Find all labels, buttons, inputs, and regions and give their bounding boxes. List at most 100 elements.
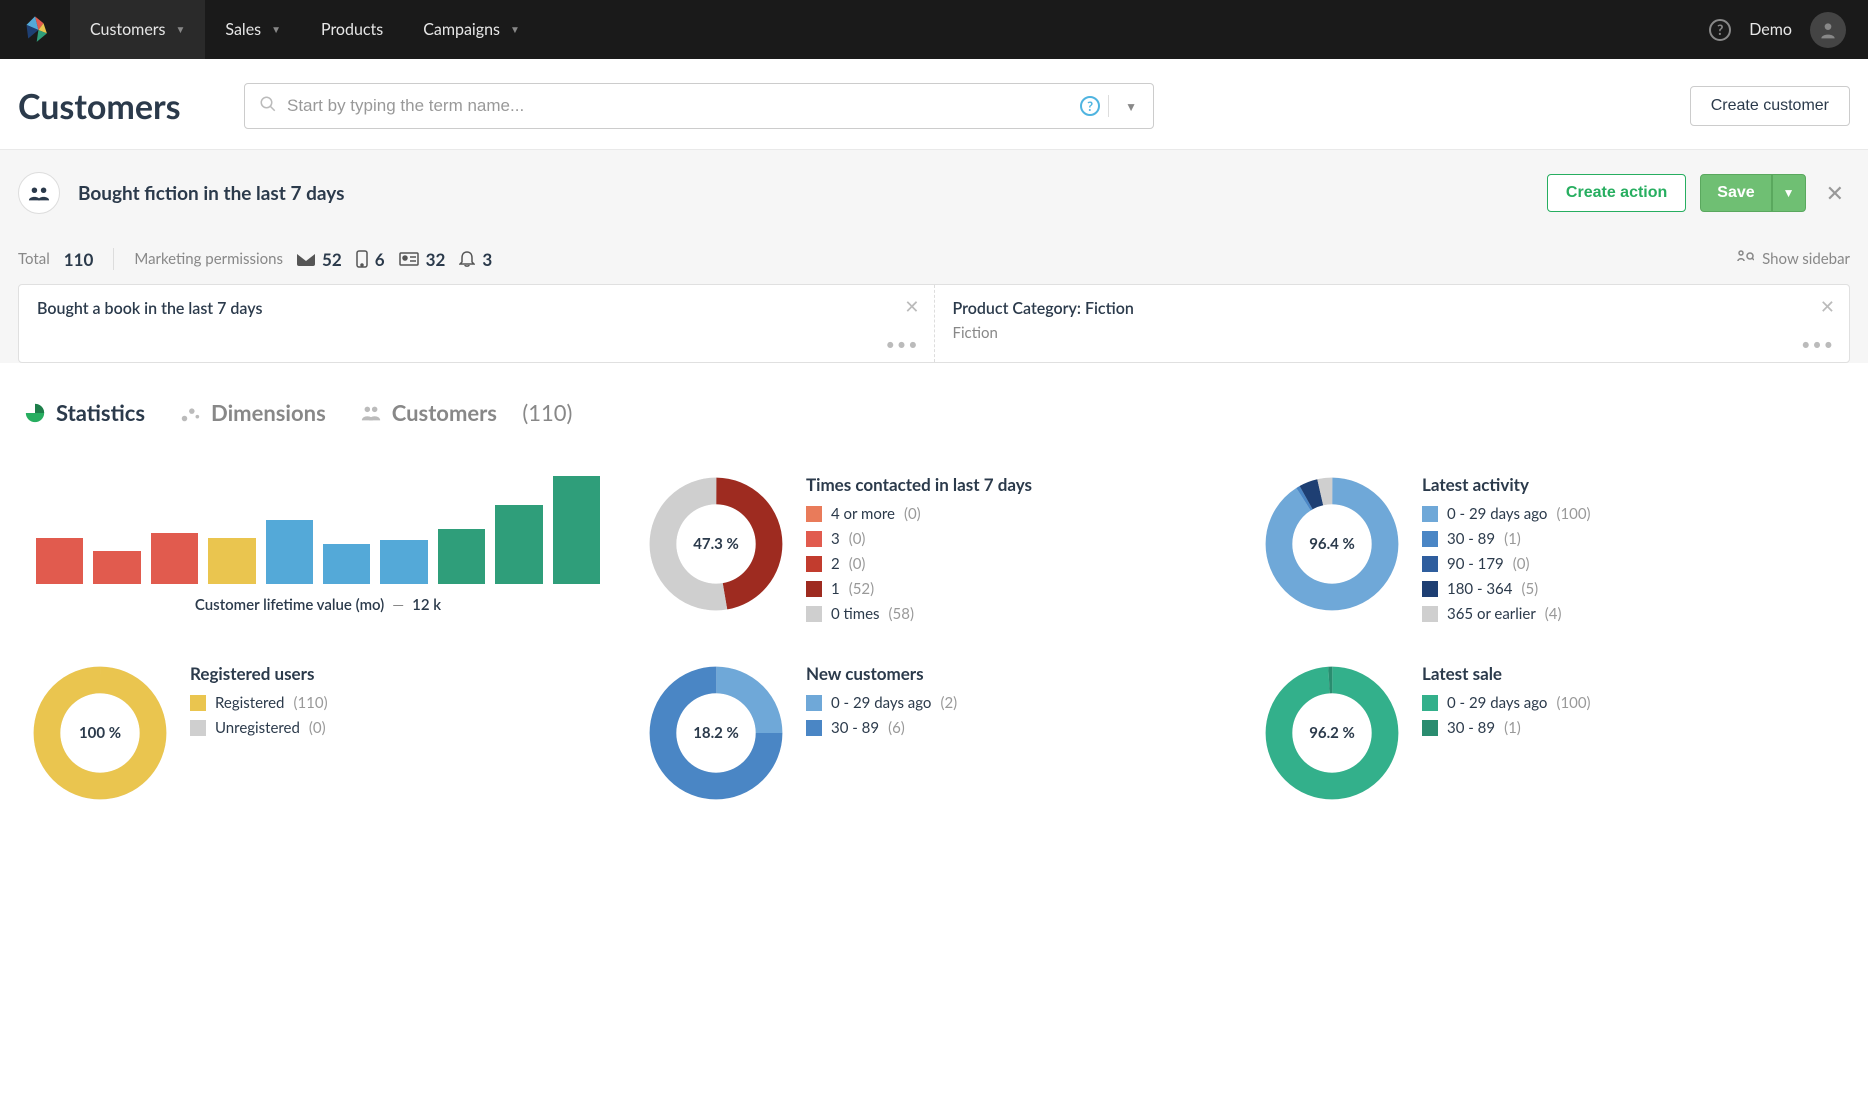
legend-row: 4 or more (0) xyxy=(806,505,1222,523)
bar xyxy=(36,538,83,584)
chart-registered: 100 % Registered users Registered (110)U… xyxy=(30,663,606,803)
user-avatar[interactable] xyxy=(1810,12,1846,48)
create-action-button[interactable]: Create action xyxy=(1547,174,1686,212)
bar xyxy=(93,551,140,584)
marketing-permissions-label: Marketing permissions xyxy=(134,250,283,268)
page-header: Customers ? ▼ Create customer xyxy=(0,59,1868,149)
chart-contacted: 47.3 % Times contacted in last 7 days 4 … xyxy=(646,474,1222,623)
legend-label: 0 - 29 days ago xyxy=(1447,694,1547,712)
stat-notification: 3 xyxy=(459,249,492,270)
legend-count: (0) xyxy=(904,505,921,523)
legend: Registered (110)Unregistered (0) xyxy=(190,694,606,737)
bar-chart xyxy=(30,474,606,584)
legend-row: 90 - 179 (0) xyxy=(1422,555,1838,573)
legend-count: (6) xyxy=(888,719,905,737)
swatch xyxy=(806,556,822,572)
filter-subtitle: Fiction xyxy=(953,324,1832,342)
legend-count: (0) xyxy=(309,719,326,737)
legend-row: 30 - 89 (1) xyxy=(1422,530,1838,548)
filter-card[interactable]: Bought a book in the last 7 days ✕ ••• xyxy=(19,285,934,362)
more-icon[interactable]: ••• xyxy=(1801,335,1835,354)
legend-label: 3 xyxy=(831,530,840,548)
legend-label: 30 - 89 xyxy=(1447,530,1495,548)
legend-count: (4) xyxy=(1545,605,1562,623)
swatch xyxy=(1422,531,1438,547)
legend-label: 0 - 29 days ago xyxy=(831,694,931,712)
bell-icon xyxy=(459,250,475,268)
swatch xyxy=(806,695,822,711)
stat-email: 52 xyxy=(297,249,342,270)
legend-label: 0 - 29 days ago xyxy=(1447,505,1547,523)
scatter-icon xyxy=(179,402,201,424)
id-card-icon xyxy=(399,252,419,266)
swatch xyxy=(806,720,822,736)
swatch xyxy=(1422,720,1438,736)
legend: 0 - 29 days ago (100)30 - 89 (1) xyxy=(1422,694,1838,737)
legend-count: (5) xyxy=(1521,580,1538,598)
search-help-icon[interactable]: ? xyxy=(1080,96,1100,116)
remove-filter-icon[interactable]: ✕ xyxy=(1820,295,1835,318)
user-label[interactable]: Demo xyxy=(1749,20,1792,39)
legend-row: 0 times (58) xyxy=(806,605,1222,623)
donut-chart: 18.2 % xyxy=(646,663,786,803)
search-field[interactable]: ? ▼ xyxy=(244,83,1154,129)
bar xyxy=(151,533,198,584)
chart-caption: Customer lifetime value (mo)—12 k xyxy=(195,596,441,614)
create-customer-button[interactable]: Create customer xyxy=(1690,86,1850,126)
legend-row: 0 - 29 days ago (100) xyxy=(1422,505,1838,523)
legend-count: (52) xyxy=(849,580,874,598)
legend-row: 0 - 29 days ago (2) xyxy=(806,694,1222,712)
legend-row: Unregistered (0) xyxy=(190,719,606,737)
show-sidebar-button[interactable]: Show sidebar xyxy=(1736,249,1850,269)
search-dropdown-caret[interactable]: ▼ xyxy=(1119,99,1143,114)
legend-count: (0) xyxy=(1513,555,1530,573)
help-icon[interactable]: ? xyxy=(1709,19,1731,41)
legend-count: (58) xyxy=(889,605,914,623)
chart-latest-sale: 96.2 % Latest sale 0 - 29 days ago (100)… xyxy=(1262,663,1838,803)
legend-count: (100) xyxy=(1556,505,1590,523)
bar xyxy=(495,505,542,584)
chart-latest-activity: 96.4 % Latest activity 0 - 29 days ago (… xyxy=(1262,474,1838,623)
group-icon xyxy=(360,402,382,424)
swatch xyxy=(806,606,822,622)
swatch xyxy=(1422,556,1438,572)
swatch xyxy=(190,720,206,736)
stat-post: 32 xyxy=(399,249,446,270)
legend-label: 2 xyxy=(831,555,840,573)
chevron-down-icon: ▼ xyxy=(271,24,281,36)
bar xyxy=(208,538,255,584)
filter-title: Bought a book in the last 7 days xyxy=(37,299,916,318)
legend-count: (110) xyxy=(293,694,327,712)
chart-title: Latest activity xyxy=(1422,474,1838,495)
donut-chart: 100 % xyxy=(30,663,170,803)
legend: 0 - 29 days ago (100) 30 - 89 (1) 90 - 179… xyxy=(1422,505,1838,623)
chevron-down-icon: ▼ xyxy=(176,24,186,36)
swatch xyxy=(806,506,822,522)
nav-products[interactable]: Products xyxy=(301,0,403,59)
tab-dimensions[interactable]: Dimensions xyxy=(179,399,326,426)
close-icon[interactable]: ✕ xyxy=(1820,179,1850,207)
remove-filter-icon[interactable]: ✕ xyxy=(904,295,919,318)
save-button[interactable]: Save xyxy=(1700,174,1771,212)
save-dropdown-caret[interactable]: ▼ xyxy=(1772,174,1806,212)
email-icon xyxy=(297,252,315,266)
nav-customers[interactable]: Customers▼ xyxy=(70,0,205,59)
brand-logo[interactable] xyxy=(0,0,70,59)
legend-count: (100) xyxy=(1556,694,1590,712)
tab-customers[interactable]: Customers (110) xyxy=(360,399,573,426)
legend-label: 365 or earlier xyxy=(1447,605,1536,623)
segment-title: Bought fiction in the last 7 days xyxy=(78,182,344,205)
legend-label: 30 - 89 xyxy=(831,719,879,737)
mobile-icon xyxy=(356,250,368,268)
search-input[interactable] xyxy=(287,96,1080,116)
nav-sales[interactable]: Sales▼ xyxy=(205,0,301,59)
filter-row: Bought a book in the last 7 days ✕ ••• P… xyxy=(18,284,1850,363)
segment-stats: Total 110 Marketing permissions 52 6 32 … xyxy=(18,248,1850,270)
more-icon[interactable]: ••• xyxy=(886,335,920,354)
tab-statistics[interactable]: Statistics xyxy=(24,399,145,426)
swatch xyxy=(190,695,206,711)
filter-card[interactable]: Product Category: Fiction Fiction ✕ ••• xyxy=(934,285,1850,362)
swatch xyxy=(806,581,822,597)
nav-campaigns[interactable]: Campaigns▼ xyxy=(403,0,540,59)
search-icon xyxy=(259,95,277,117)
